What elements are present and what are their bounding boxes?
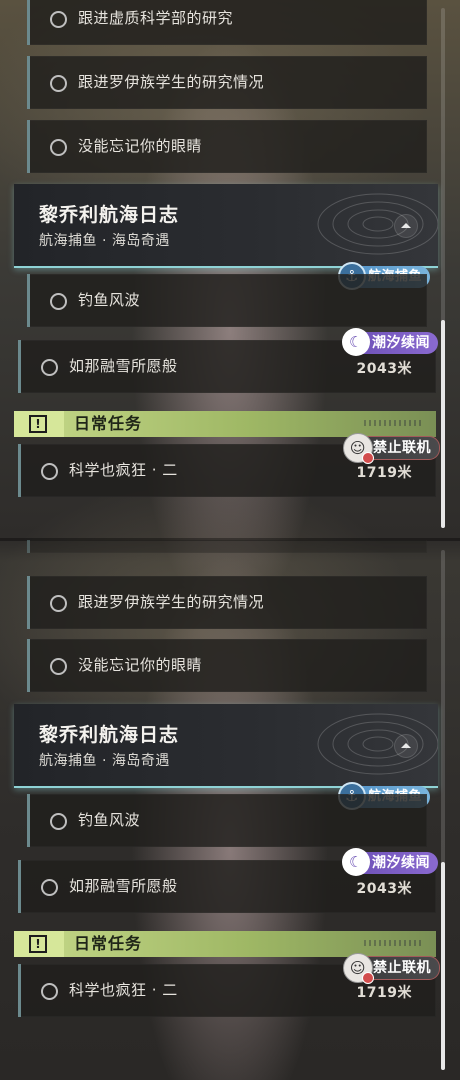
no-coop-badge: ☺ 禁止联机	[343, 953, 440, 984]
quest-item[interactable]: 没能忘记你的眼睛	[27, 120, 427, 173]
moon-icon: ☾	[342, 328, 370, 356]
quest-item[interactable]: 跟进罗伊族学生的研究情况	[27, 56, 427, 109]
scrollbar-thumb[interactable]	[441, 862, 445, 1070]
quest-list-top: 跟进虚质科学部的研究 跟进罗伊族学生的研究情况 没能忘记你的眼睛 黎乔利航海日志…	[0, 0, 460, 540]
daily-header: ! 日常任务	[14, 931, 436, 957]
quest-item[interactable]: 跟进虚质科学部的研究	[27, 0, 427, 45]
quest-label: 如那融雪所愿般	[69, 877, 178, 895]
quest-label: 没能忘记你的眼睛	[78, 656, 203, 674]
chapter-title: 黎乔利航海日志	[39, 724, 180, 746]
badge-label: 禁止联机	[373, 440, 431, 456]
badge-label: 禁止联机	[373, 960, 431, 976]
daily-header: ! 日常任务	[14, 411, 436, 437]
circle-icon	[50, 812, 67, 830]
circle-icon	[50, 594, 67, 612]
quest-label: 科学也疯狂 · 二	[69, 461, 178, 479]
quest-item[interactable]	[27, 540, 427, 553]
chevron-up-icon[interactable]	[394, 214, 418, 238]
no-coop-icon: ☺	[343, 433, 374, 464]
quest-item[interactable]: 跟进罗伊族学生的研究情况	[27, 576, 427, 629]
circle-icon	[41, 462, 58, 480]
chapter-title: 黎乔利航海日志	[39, 204, 180, 226]
quest-label: 如那融雪所愿般	[69, 357, 178, 375]
badge-label: 潮汐续闻	[372, 855, 430, 871]
chevron-up-icon[interactable]	[394, 734, 418, 758]
circle-icon	[50, 74, 67, 92]
quest-list-bottom: 跟进罗伊族学生的研究情况 没能忘记你的眼睛 黎乔利航海日志 航海捕鱼 · 海岛奇…	[0, 540, 460, 1080]
daily-label: 日常任务	[74, 414, 143, 433]
quest-label: 跟进罗伊族学生的研究情况	[78, 73, 265, 91]
decoration	[364, 420, 424, 426]
no-coop-badge: ☺ 禁止联机	[343, 433, 440, 464]
circle-icon	[41, 878, 58, 896]
circle-icon	[41, 358, 58, 376]
chapter-header[interactable]: 黎乔利航海日志 航海捕鱼 · 海岛奇遇	[14, 184, 438, 268]
exclamation-icon: !	[29, 935, 47, 953]
quest-label: 跟进罗伊族学生的研究情况	[78, 593, 265, 611]
circle-icon	[50, 657, 67, 675]
quest-label: 科学也疯狂 · 二	[69, 981, 178, 999]
circle-icon	[50, 10, 67, 28]
tide-badge: ☾ 潮汐续闻	[342, 848, 438, 876]
chapter-header[interactable]: 黎乔利航海日志 航海捕鱼 · 海岛奇遇	[14, 704, 438, 788]
circle-icon	[41, 982, 58, 1000]
no-coop-icon: ☺	[343, 953, 374, 984]
badge-label: 潮汐续闻	[372, 335, 430, 351]
quest-item[interactable]: 钓鱼风波	[27, 274, 427, 327]
chapter-subtitle: 航海捕鱼 · 海岛奇遇	[39, 233, 170, 249]
chapter-subtitle: 航海捕鱼 · 海岛奇遇	[39, 753, 170, 769]
scrollbar-thumb[interactable]	[441, 320, 445, 528]
circle-icon	[50, 138, 67, 156]
distance-label: 2043米	[356, 361, 412, 377]
exclamation-icon: !	[29, 415, 47, 433]
daily-label: 日常任务	[74, 934, 143, 953]
quest-label: 钓鱼风波	[78, 291, 141, 309]
tide-badge: ☾ 潮汐续闻	[342, 328, 438, 356]
distance-label: 1719米	[356, 465, 412, 481]
circle-icon	[50, 292, 67, 310]
distance-label: 1719米	[356, 985, 412, 1001]
quest-label: 没能忘记你的眼睛	[78, 137, 203, 155]
quest-label: 跟进虚质科学部的研究	[78, 9, 234, 27]
quest-label: 钓鱼风波	[78, 811, 141, 829]
moon-icon: ☾	[342, 848, 370, 876]
quest-item[interactable]: 没能忘记你的眼睛	[27, 639, 427, 692]
distance-label: 2043米	[356, 881, 412, 897]
quest-item[interactable]: 钓鱼风波	[27, 794, 427, 847]
decoration	[364, 940, 424, 946]
